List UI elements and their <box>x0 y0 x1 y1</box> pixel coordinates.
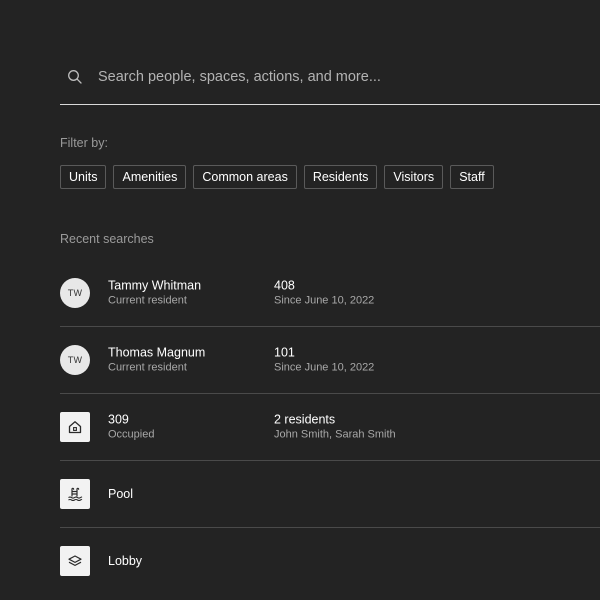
item-title: 309 <box>108 412 129 427</box>
home-icon <box>60 412 90 442</box>
filter-label: Filter by: <box>60 136 108 150</box>
item-detail: 408 Since June 10, 2022 <box>274 278 374 309</box>
item-title: Pool <box>108 487 134 501</box>
recent-item-pool[interactable]: Pool <box>60 461 600 528</box>
item-detail: 2 residents John Smith, Sarah Smith <box>274 412 396 443</box>
filter-chip-staff[interactable]: Staff <box>450 165 494 189</box>
item-detail-title: 2 residents <box>274 412 336 427</box>
search-icon <box>67 69 83 85</box>
item-main: Thomas Magnum Current resident <box>108 345 205 376</box>
recent-item-lobby[interactable]: Lobby <box>60 528 600 594</box>
item-detail-subtitle: John Smith, Sarah Smith <box>274 428 396 441</box>
item-subtitle: Current resident <box>108 361 187 374</box>
filter-chips: Units Amenities Common areas Residents V… <box>60 165 494 189</box>
item-main: Lobby <box>108 554 142 568</box>
filter-chip-residents[interactable]: Residents <box>303 165 378 189</box>
item-detail-subtitle: Since June 10, 2022 <box>274 294 375 307</box>
search-bar[interactable] <box>60 56 600 105</box>
recent-item-tammy-whitman[interactable]: TW Tammy Whitman Current resident 408 Si… <box>60 260 600 327</box>
item-detail-title: 408 <box>274 278 295 293</box>
avatar: TW <box>60 278 90 308</box>
item-main: 309 Occupied <box>108 412 154 443</box>
search-page: Filter by: Units Amenities Common areas … <box>0 0 600 600</box>
item-main: Tammy Whitman Current resident <box>108 278 201 309</box>
item-detail: 101 Since June 10, 2022 <box>274 345 374 376</box>
item-main: Pool <box>108 487 133 501</box>
item-title: Thomas Magnum <box>108 345 206 360</box>
filter-chip-visitors[interactable]: Visitors <box>384 165 444 189</box>
item-title: Lobby <box>108 554 143 568</box>
recent-item-thomas-magnum[interactable]: TW Thomas Magnum Current resident 101 Si… <box>60 327 600 394</box>
filter-chip-units[interactable]: Units <box>60 165 107 189</box>
filter-chip-common-areas[interactable]: Common areas <box>193 165 297 189</box>
pool-icon <box>60 479 90 509</box>
recent-item-unit-309[interactable]: 309 Occupied 2 residents John Smith, Sar… <box>60 394 600 461</box>
item-subtitle: Occupied <box>108 428 155 441</box>
item-subtitle: Current resident <box>108 294 187 307</box>
recent-searches-list: TW Tammy Whitman Current resident 408 Si… <box>60 260 600 594</box>
recent-searches-label: Recent searches <box>60 232 154 246</box>
avatar: TW <box>60 345 90 375</box>
layers-icon <box>60 546 90 576</box>
item-detail-title: 101 <box>274 345 295 360</box>
filter-chip-amenities[interactable]: Amenities <box>113 165 187 189</box>
search-input[interactable] <box>98 69 600 85</box>
item-detail-subtitle: Since June 10, 2022 <box>274 361 375 374</box>
item-title: Tammy Whitman <box>108 278 202 293</box>
